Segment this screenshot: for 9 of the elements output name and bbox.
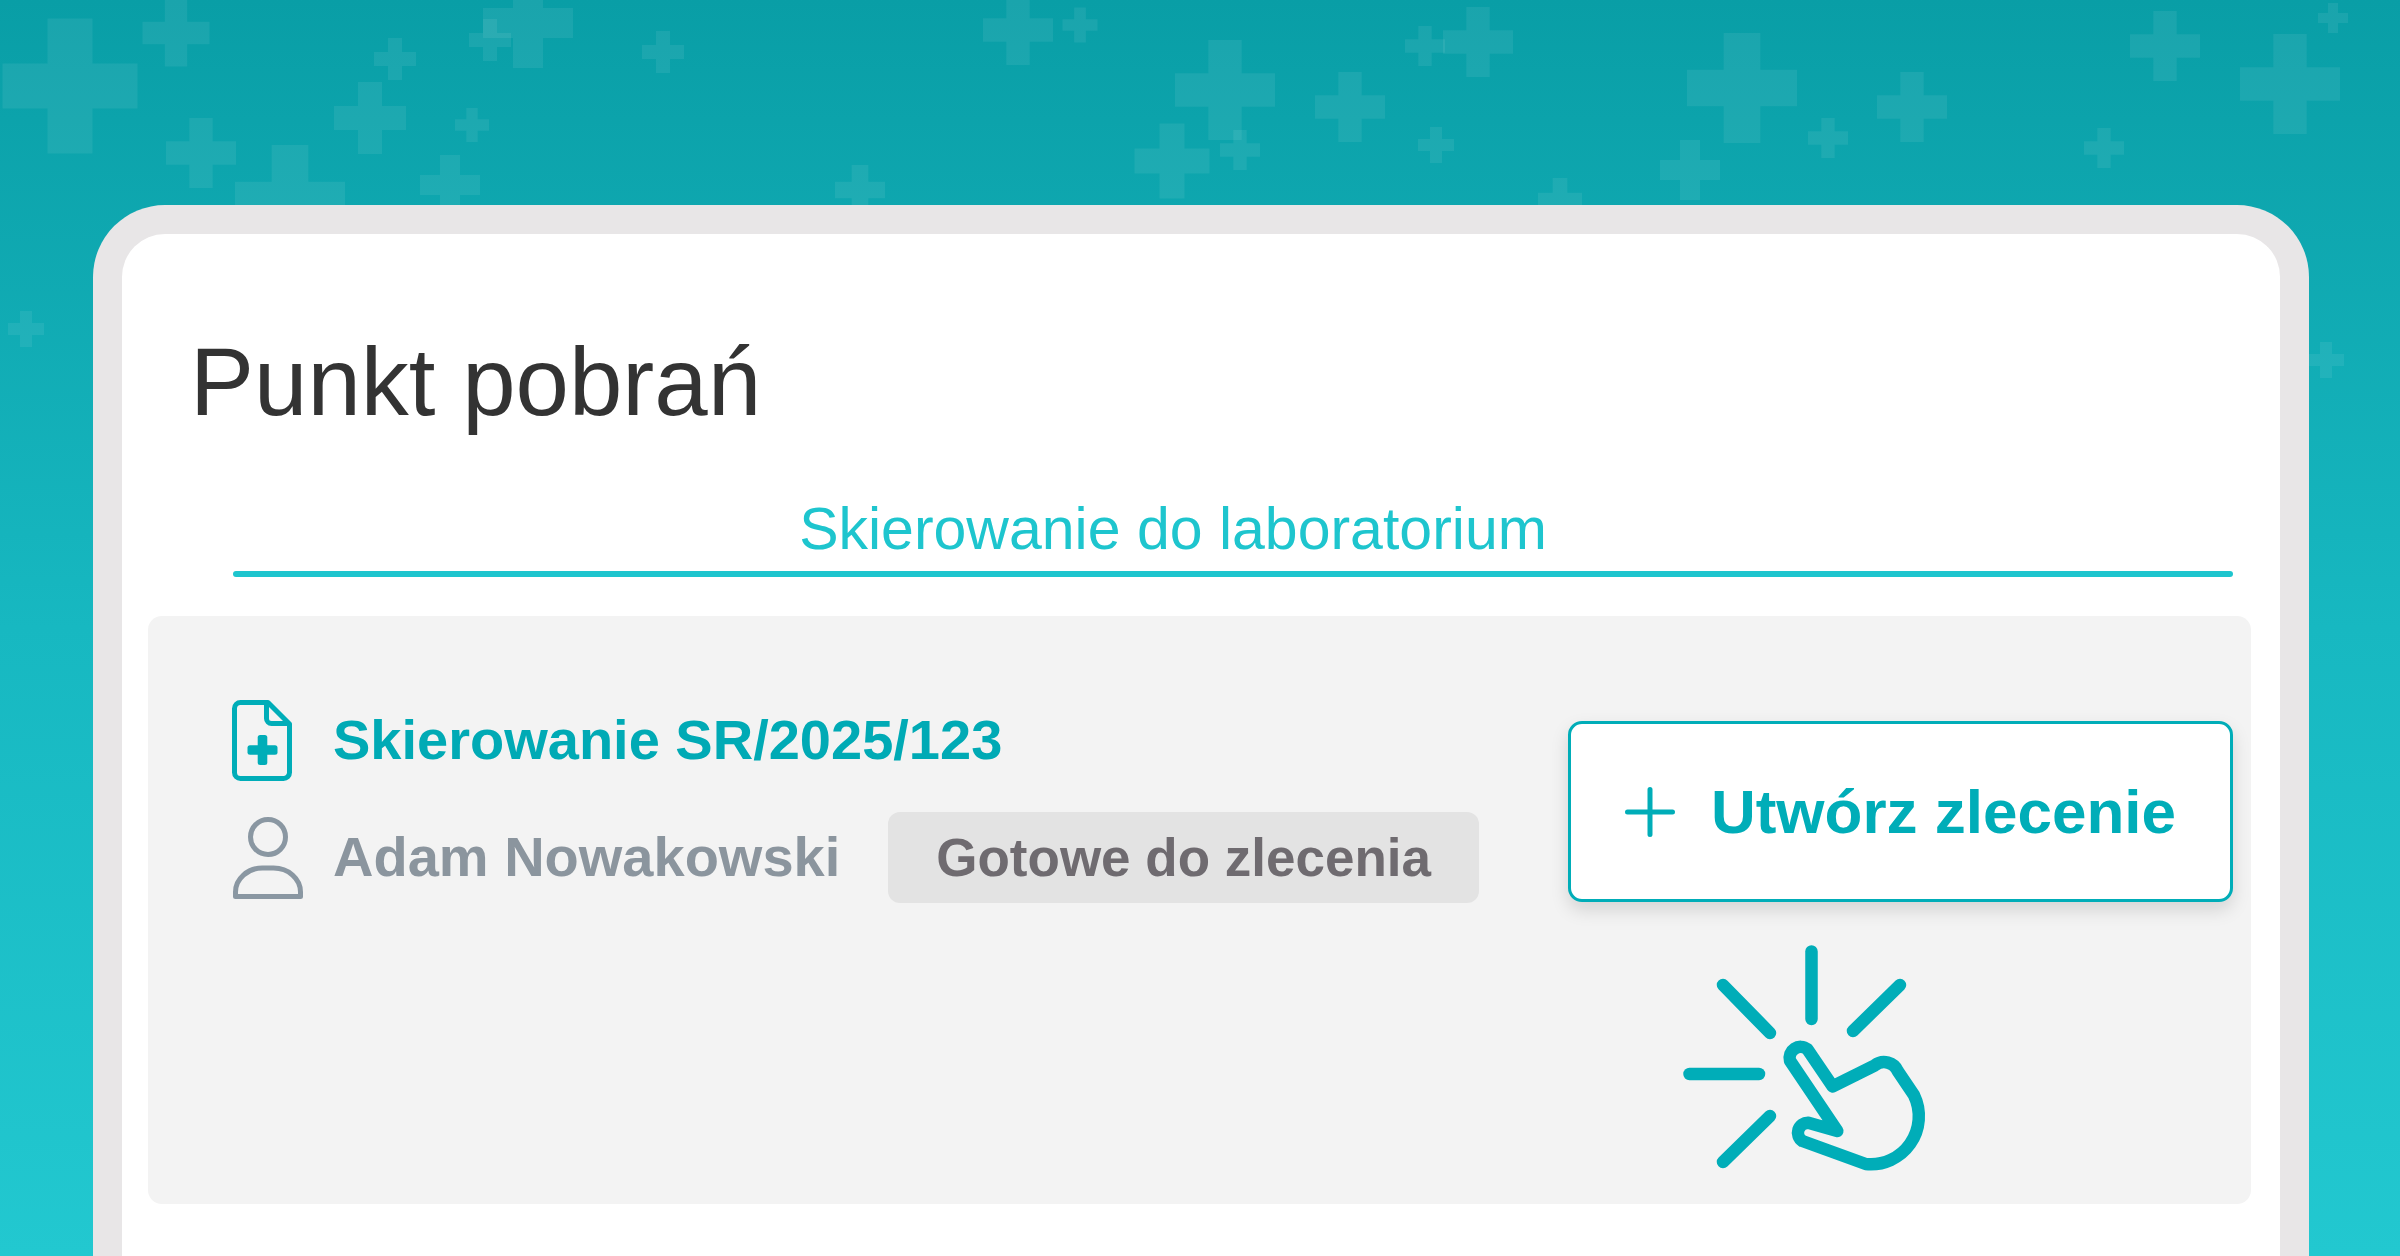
tab[interactable]: Skierowanie do laboratorium [233,500,2233,578]
patient-name: Adam Nowakowski [333,825,841,890]
person-icon [232,815,304,900]
plus-icon [1624,786,1675,837]
page-title: Punkt pobrań [190,327,762,437]
referral-title: Skierowanie SR/2025/123 [333,708,1003,773]
medical-document-icon [232,700,292,782]
status-badge: Gotowe do zlecenia [888,812,1480,904]
create-order-button[interactable]: Utwórz zlecenie [1568,721,2233,903]
